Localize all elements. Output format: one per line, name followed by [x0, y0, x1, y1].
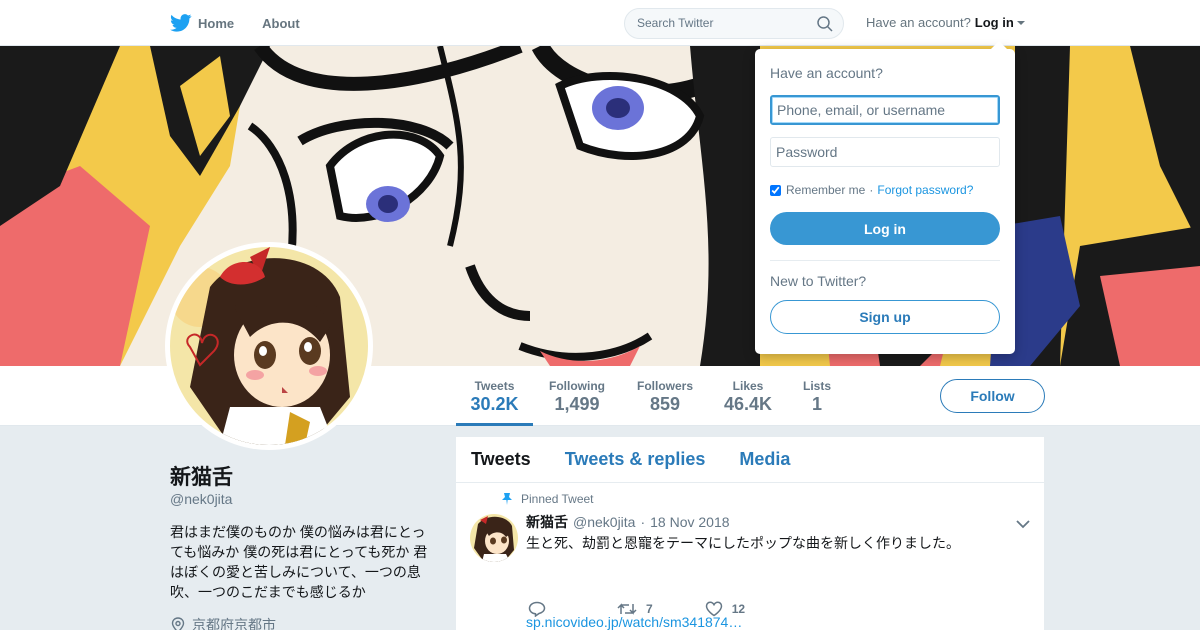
- remember-me-checkbox[interactable]: [770, 184, 781, 196]
- login-dropdown-title: Have an account?: [770, 65, 883, 81]
- tweet-avatar[interactable]: [470, 514, 518, 562]
- login-dropdown-toggle[interactable]: Log in: [975, 15, 1025, 30]
- stat-followers-label: Followers: [636, 379, 693, 393]
- avatar-illustration: [170, 247, 368, 445]
- pinned-label: Pinned Tweet: [521, 492, 594, 506]
- search-box: [624, 8, 844, 39]
- chevron-down-icon[interactable]: [1016, 519, 1030, 529]
- stat-likes-label: Likes: [732, 379, 764, 393]
- retweet-count: 7: [646, 602, 653, 616]
- stat-tweets-label: Tweets: [474, 379, 515, 393]
- retweet-icon: [617, 603, 637, 615]
- tweet-author-handle[interactable]: @nek0jita: [573, 514, 635, 530]
- tab-tweets[interactable]: Tweets: [471, 449, 531, 470]
- pin-icon: [502, 493, 512, 505]
- have-account-text: Have an account?: [866, 15, 971, 30]
- stat-lists-value: 1: [811, 394, 822, 414]
- stat-lists-label: Lists: [802, 379, 831, 393]
- password-input[interactable]: [770, 137, 1000, 167]
- like-button[interactable]: 12: [705, 601, 745, 617]
- stat-likes[interactable]: Likes 46.4K: [720, 366, 776, 426]
- login-dropdown: Have an account? Remember me · Forgot pa…: [755, 41, 1015, 354]
- nav-home-label: Home: [198, 15, 235, 31]
- nav-about-label: About: [262, 15, 300, 31]
- stat-lists[interactable]: Lists 1: [798, 366, 836, 426]
- dropdown-divider: [770, 260, 1000, 261]
- remember-row: Remember me · Forgot password?: [770, 183, 973, 197]
- tab-media[interactable]: Media: [739, 449, 790, 470]
- tweet-header: 新猫舌 @nek0jita · 18 Nov 2018: [526, 512, 730, 532]
- stat-following-value: 1,499: [554, 394, 600, 414]
- timeline-tabs: Tweets Tweets & replies Media: [456, 437, 1044, 483]
- account-area: Have an account? Log in: [866, 15, 1025, 30]
- tab-tweets-replies[interactable]: Tweets & replies: [565, 449, 706, 470]
- login-button[interactable]: Log in: [770, 212, 1000, 245]
- new-to-twitter-text: New to Twitter?: [770, 273, 867, 289]
- top-nav-bar: Home About Have an account? Log in: [0, 0, 1200, 46]
- twitter-bird-icon: [170, 14, 192, 32]
- caret-down-icon: [1016, 20, 1025, 25]
- profile-bio: 君はまだ僕のものか 僕の悩みは君にとっても悩みか 僕の死は君にとっても死か 君は…: [170, 524, 428, 600]
- username-input[interactable]: [770, 95, 1000, 125]
- reply-icon: [528, 601, 546, 617]
- stat-followers-value: 859: [649, 394, 681, 414]
- like-count: 12: [731, 602, 746, 616]
- profile-handle[interactable]: @nek0jita: [170, 491, 232, 507]
- retweet-button[interactable]: 7: [617, 602, 653, 616]
- nav-home-link[interactable]: Home: [170, 14, 234, 32]
- nav-about-link[interactable]: About: [262, 16, 300, 31]
- profile-name[interactable]: 新猫舌: [170, 461, 233, 491]
- reply-button[interactable]: [528, 601, 555, 617]
- stat-following-label: Following: [549, 379, 605, 393]
- stat-following[interactable]: Following 1,499: [543, 366, 611, 426]
- stat-tweets-value: 30.2K: [470, 394, 519, 414]
- profile-location: 京都府京都市: [170, 615, 276, 630]
- tweet-date[interactable]: 18 Nov 2018: [650, 514, 729, 530]
- remember-separator: ·: [869, 183, 874, 197]
- stat-followers[interactable]: Followers 859: [630, 366, 700, 426]
- nav-left: Home About: [170, 0, 328, 46]
- remember-me-label[interactable]: Remember me: [786, 183, 865, 197]
- tweet-author-name[interactable]: 新猫舌: [526, 512, 568, 532]
- forgot-password-link[interactable]: Forgot password?: [877, 183, 973, 197]
- stat-likes-value: 46.4K: [723, 394, 773, 414]
- search-input[interactable]: [637, 16, 807, 30]
- pinned-indicator: Pinned Tweet: [502, 492, 594, 506]
- tweet-actions: 7 12: [528, 601, 793, 617]
- tweet-dot-separator: ·: [640, 514, 646, 530]
- login-toggle-label: Log in: [974, 15, 1014, 30]
- stat-tweets[interactable]: Tweets 30.2K: [456, 366, 533, 426]
- tweet-avatar-illustration: [470, 514, 518, 562]
- profile-location-text: 京都府京都市: [192, 617, 276, 630]
- search-icon[interactable]: [817, 16, 833, 32]
- heart-icon: [705, 601, 722, 617]
- follow-button[interactable]: Follow: [940, 379, 1045, 413]
- tweet-text: 生と死、劫罰と恩寵をテーマにしたポップな曲を新しく作りました。: [526, 535, 960, 551]
- profile-avatar[interactable]: [165, 242, 373, 450]
- location-pin-icon: [171, 617, 185, 630]
- signup-button[interactable]: Sign up: [770, 300, 1000, 334]
